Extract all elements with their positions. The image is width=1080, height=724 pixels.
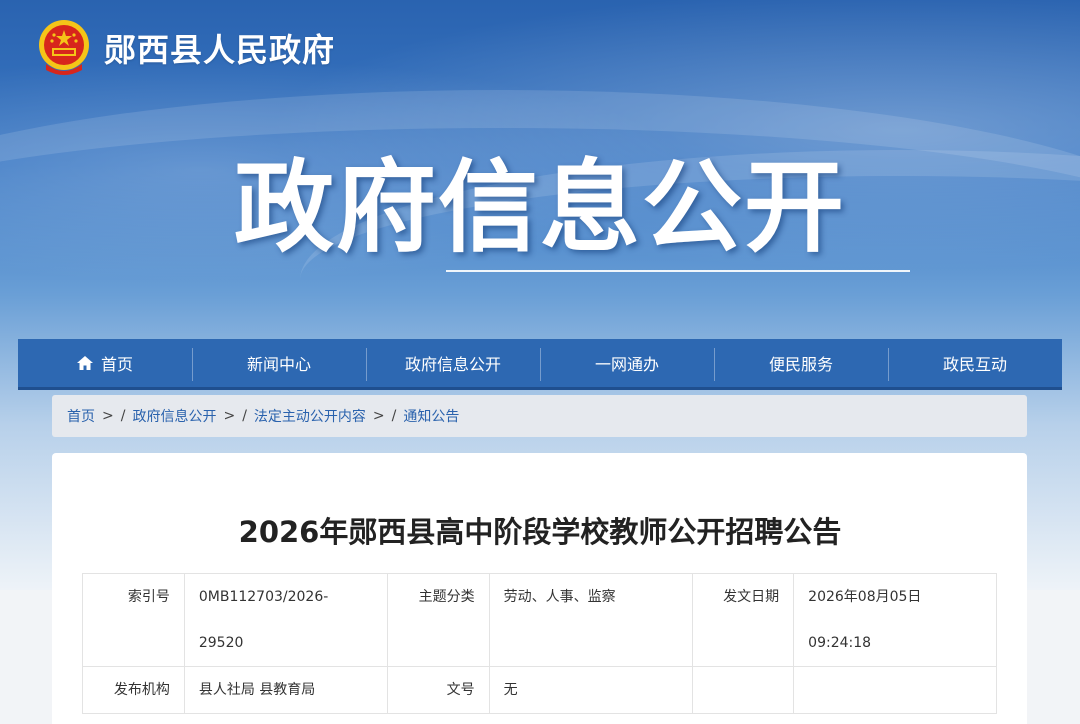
- nav-item-label: 新闻中心: [246, 355, 311, 374]
- nav-item-label: 便民服务: [768, 355, 833, 374]
- breadcrumb-separator: >: [372, 408, 385, 424]
- meta-publisher-label: 发布机构: [82, 666, 185, 714]
- home-icon: [76, 356, 93, 370]
- table-row: 发布机构 县人社局 县教育局 文号 无: [82, 666, 997, 714]
- meta-topic-label: 主题分类: [386, 573, 490, 667]
- nav-item-interaction[interactable]: 政民互动: [888, 339, 1062, 387]
- meta-index-value-line: 0MB112703/2026-: [198, 589, 329, 605]
- meta-date-value-line: 09:24:18: [808, 635, 872, 651]
- nav-item-label: 政府信息公开: [404, 355, 501, 374]
- meta-publisher-value: 县人社局 县教育局: [183, 666, 388, 714]
- meta-topic-value: 劳动、人事、监察: [488, 573, 694, 667]
- meta-date-value: 2026年08月05日 09:24:18: [793, 573, 997, 667]
- meta-empty-cell: [692, 666, 795, 714]
- breadcrumb-link-notices[interactable]: 通知公告: [403, 406, 459, 426]
- nav-item-label: 首页: [100, 355, 133, 374]
- breadcrumb-slash: /: [242, 408, 247, 424]
- meta-date-value-line: 2026年08月05日: [808, 589, 922, 605]
- nav-item-online-service[interactable]: 一网通办: [540, 339, 714, 387]
- meta-docno-value: 无: [488, 666, 694, 714]
- nav-item-news[interactable]: 新闻中心: [192, 339, 366, 387]
- meta-date-label: 发文日期: [692, 573, 795, 667]
- breadcrumb-separator: >: [223, 408, 236, 424]
- article-meta-table: 索引号 0MB112703/2026- 29520 主题分类 劳动、人事、监察 …: [82, 573, 997, 714]
- meta-docno-label: 文号: [386, 666, 490, 714]
- breadcrumb-link-gov-info[interactable]: 政府信息公开: [132, 406, 216, 426]
- breadcrumb-link-home[interactable]: 首页: [67, 406, 95, 426]
- breadcrumb-slash: /: [391, 408, 397, 424]
- nav-item-gov-info[interactable]: 政府信息公开: [366, 339, 540, 387]
- nav-item-label: 政民互动: [942, 355, 1007, 374]
- table-row: 索引号 0MB112703/2026- 29520 主题分类 劳动、人事、监察 …: [82, 573, 997, 667]
- national-emblem-icon: [39, 20, 89, 75]
- title-underline: [446, 270, 910, 272]
- meta-index-value: 0MB112703/2026- 29520: [183, 573, 388, 667]
- breadcrumb-separator: >: [102, 408, 114, 424]
- site-name: 郧西县人民政府: [104, 31, 336, 69]
- meta-index-label: 索引号: [82, 573, 185, 667]
- breadcrumb-link-statutory[interactable]: 法定主动公开内容: [254, 406, 366, 426]
- nav-item-label: 一网通办: [594, 355, 659, 374]
- nav-item-home[interactable]: 首页: [18, 339, 192, 387]
- meta-empty-cell: [793, 666, 997, 714]
- meta-index-value-line: 29520: [198, 635, 244, 651]
- breadcrumb-slash: /: [120, 408, 126, 424]
- banner-title: 政府信息公开: [234, 149, 846, 266]
- site-logo[interactable]: 郧西县人民政府: [36, 18, 335, 78]
- nav-item-convenience[interactable]: 便民服务: [714, 339, 888, 387]
- article-title: 2026年郧西县高中阶段学校教师公开招聘公告: [238, 515, 842, 549]
- breadcrumb: 首页 > / 政府信息公开 > / 法定主动公开内容 > / 通知公告: [52, 395, 1027, 437]
- main-nav: 首页 新闻中心 政府信息公开 一网通办 便民服务 政民互动: [18, 339, 1062, 390]
